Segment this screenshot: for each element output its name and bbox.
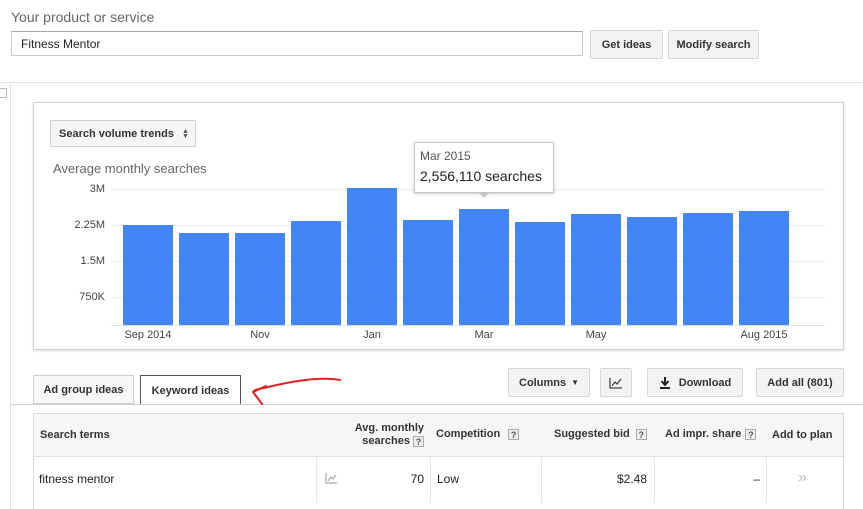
bar-apr-2015[interactable] bbox=[515, 222, 565, 325]
y-tick-label: 2.25M bbox=[74, 219, 105, 231]
header-add-to-plan: Add to plan bbox=[772, 429, 833, 441]
help-icon[interactable]: ? bbox=[635, 428, 647, 440]
header-suggested-bid[interactable]: Suggested bid? bbox=[554, 428, 647, 440]
header-avg-line1: Avg. monthly bbox=[354, 422, 424, 434]
bar-mar-2015[interactable] bbox=[459, 209, 509, 325]
dropdown-label: Search volume trends bbox=[59, 127, 174, 140]
red-arrow-annotation bbox=[252, 377, 341, 405]
divider bbox=[0, 82, 863, 83]
x-tick-label: Nov bbox=[250, 329, 270, 341]
tab-underline bbox=[11, 404, 863, 405]
header-competition-label: Competition bbox=[436, 428, 501, 440]
bar-jan-2015[interactable] bbox=[347, 188, 397, 325]
bar-feb-2015[interactable] bbox=[403, 220, 453, 325]
search-volume-trends-dropdown[interactable]: Search volume trends ▲ ▼ bbox=[50, 120, 196, 147]
left-panel-edge bbox=[10, 83, 11, 509]
x-tick-label: Jan bbox=[363, 329, 381, 341]
header-ad-impr-share[interactable]: Ad impr. share? bbox=[665, 428, 757, 440]
cell-suggested-bid: $2.48 bbox=[616, 472, 647, 486]
chart-tooltip: Mar 2015 2,556,110 searches bbox=[414, 142, 554, 193]
x-tick-label: Mar bbox=[474, 329, 494, 341]
tooltip-value: 2,556,110 searches bbox=[420, 168, 542, 184]
bar-dec-2014[interactable] bbox=[291, 221, 341, 325]
sort-arrows-icon: ▲ ▼ bbox=[181, 127, 189, 140]
product-label: Your product or service bbox=[11, 9, 155, 25]
help-icon[interactable]: ? bbox=[745, 428, 757, 440]
cell-ad-impr-share: – bbox=[753, 472, 760, 486]
tooltip-month: Mar 2015 bbox=[420, 149, 471, 163]
bar-sep-2014[interactable] bbox=[123, 225, 173, 325]
y-tick-label: 3M bbox=[89, 183, 105, 195]
tooltip-pointer bbox=[478, 192, 490, 198]
y-axis-title: Average monthly searches bbox=[53, 161, 207, 176]
cell-avg-monthly: 70 bbox=[410, 472, 424, 486]
bar-jul-2015[interactable] bbox=[683, 213, 733, 325]
column-separator bbox=[316, 457, 317, 503]
header-bid-label: Suggested bid bbox=[554, 428, 630, 440]
bar-oct-2014[interactable] bbox=[179, 233, 229, 325]
column-separator bbox=[430, 457, 431, 503]
product-input[interactable] bbox=[11, 31, 583, 56]
line-chart-icon bbox=[609, 377, 622, 389]
chart-toggle-button[interactable] bbox=[600, 368, 632, 397]
column-separator bbox=[541, 457, 542, 503]
bar-nov-2014[interactable] bbox=[235, 233, 285, 325]
x-tick-label: Aug 2015 bbox=[740, 329, 788, 341]
header-impr-label: Ad impr. share bbox=[665, 428, 742, 440]
trend-chart-icon[interactable] bbox=[325, 473, 338, 484]
header-avg-line2: searches bbox=[362, 435, 410, 447]
caret-down-icon: ▼ bbox=[571, 378, 579, 387]
download-button[interactable]: Download bbox=[647, 368, 743, 397]
help-icon[interactable]: ? bbox=[413, 435, 424, 447]
cell-competition: Low bbox=[437, 472, 460, 486]
tab-keyword-ideas[interactable]: Keyword ideas bbox=[140, 375, 241, 405]
header-competition[interactable]: Competition? bbox=[436, 428, 520, 440]
add-all-button[interactable]: Add all (801) bbox=[756, 368, 844, 397]
columns-label: Columns bbox=[519, 376, 567, 389]
header-avg-monthly[interactable]: Avg. monthly searches? bbox=[340, 422, 424, 448]
y-tick-label: 1.5M bbox=[80, 255, 105, 267]
x-axis-line bbox=[111, 325, 825, 326]
column-separator bbox=[766, 457, 767, 503]
download-icon bbox=[659, 376, 670, 389]
bar-jun-2015[interactable] bbox=[627, 217, 677, 325]
tab-ad-group-ideas[interactable]: Ad group ideas bbox=[33, 375, 134, 404]
get-ideas-button[interactable]: Get ideas bbox=[590, 30, 663, 59]
header-search-terms[interactable]: Search terms bbox=[40, 429, 110, 441]
column-separator bbox=[654, 457, 655, 503]
bar-aug-2015[interactable] bbox=[739, 211, 789, 325]
download-label: Download bbox=[678, 376, 732, 389]
collapse-panel-icon[interactable] bbox=[0, 88, 7, 98]
x-tick-label: Sep 2014 bbox=[124, 329, 172, 341]
y-tick-label: 750K bbox=[79, 291, 105, 303]
columns-button[interactable]: Columns ▼ bbox=[508, 368, 590, 397]
modify-search-button[interactable]: Modify search bbox=[668, 30, 759, 59]
help-icon[interactable]: ? bbox=[508, 428, 520, 440]
add-to-plan-icon[interactable]: » bbox=[798, 469, 807, 487]
bar-may-2015[interactable] bbox=[571, 214, 621, 325]
cell-search-term: fitness mentor bbox=[39, 472, 115, 486]
x-tick-label: May bbox=[585, 329, 607, 341]
